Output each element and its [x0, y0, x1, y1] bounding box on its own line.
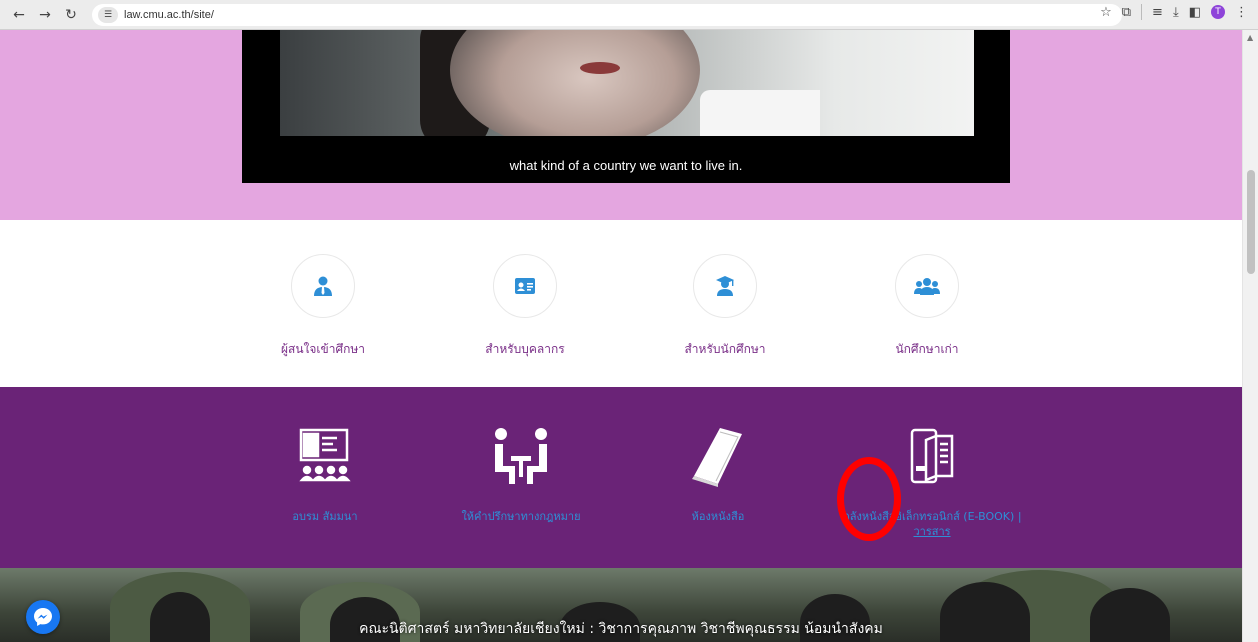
banner-slogan: คณะนิติศาสตร์ มหาวิทยาลัยเชียงใหม่ : วิช…	[359, 621, 883, 637]
site-info-icon[interactable]: ☰	[98, 6, 118, 23]
book-icon[interactable]	[633, 417, 803, 497]
page-scrollbar[interactable]: ▲	[1242, 30, 1258, 642]
toolbar-divider	[1141, 4, 1143, 20]
video-face-shape	[450, 30, 700, 136]
quick-link-label[interactable]: สำหรับนักศึกษา	[655, 340, 795, 359]
quick-link-students[interactable]: สำหรับนักศึกษา	[655, 254, 795, 359]
download-icon[interactable]: ⤓	[1173, 5, 1179, 20]
extensions-icon[interactable]: ⧉	[1122, 5, 1131, 20]
media-control-icon[interactable]: ≡	[1152, 5, 1163, 20]
user-tie-icon[interactable]	[291, 254, 355, 318]
quick-links-section: ผู้สนใจเข้าศึกษา สำหรับบุคลากร สำหรับนัก…	[0, 220, 1242, 387]
service-label[interactable]: ให้คำปรึกษาทางกฎหมาย	[436, 509, 606, 524]
address-bar[interactable]: ☰ law.cmu.ac.th/site/	[92, 3, 1122, 26]
users-icon[interactable]	[895, 254, 959, 318]
messenger-chat-icon[interactable]	[26, 600, 60, 634]
browser-toolbar: ← → ↻ ☰ law.cmu.ac.th/site/ ☆ ⧉ ≡ ⤓ ◧ T …	[0, 0, 1258, 30]
service-seminar[interactable]: อบรม สัมมนา	[240, 417, 410, 524]
bookmark-star-icon[interactable]: ☆	[1100, 5, 1112, 20]
page: ← → ↻ ☰ law.cmu.ac.th/site/ ☆ ⧉ ≡ ⤓ ◧ T …	[0, 0, 1258, 642]
video-mouth-shape	[580, 62, 620, 74]
service-library[interactable]: ห้องหนังสือ	[633, 417, 803, 524]
quick-link-prospective[interactable]: ผู้สนใจเข้าศึกษา	[253, 254, 393, 359]
graduate-icon[interactable]	[693, 254, 757, 318]
quick-link-label[interactable]: นักศึกษาเก่า	[857, 340, 997, 359]
quick-link-label[interactable]: ผู้สนใจเข้าศึกษา	[253, 340, 393, 359]
profile-avatar[interactable]: T	[1211, 5, 1225, 19]
scroll-thumb[interactable]	[1247, 170, 1255, 274]
video-subtitle: what kind of a country we want to live i…	[509, 158, 743, 173]
quick-link-alumni[interactable]: นักศึกษาเก่า	[857, 254, 997, 359]
quick-link-staff[interactable]: สำหรับบุคลากร	[455, 254, 595, 359]
label-separator: |	[1017, 510, 1022, 523]
service-label[interactable]: อบรม สัมมนา	[240, 509, 410, 524]
quick-link-label[interactable]: สำหรับบุคลากร	[455, 340, 595, 359]
arrow-left-icon[interactable]: ←	[8, 4, 30, 26]
side-panel-icon[interactable]: ◧	[1189, 5, 1201, 20]
arrow-right-icon[interactable]: →	[34, 4, 56, 26]
seminar-icon[interactable]	[240, 417, 410, 497]
video-frame-image	[280, 30, 974, 136]
hero-banner: คณะนิติศาสตร์ มหาวิทยาลัยเชียงใหม่ : วิช…	[0, 568, 1242, 642]
services-section: อบรม สัมมนา ให้คำปรึกษาทางกฎหมาย ห้องหนั…	[0, 387, 1242, 568]
menu-kebab-icon[interactable]: ⋮	[1235, 5, 1248, 20]
journal-link[interactable]: วารสาร	[913, 525, 950, 538]
service-legal-consultation[interactable]: ให้คำปรึกษาทางกฎหมาย	[436, 417, 606, 524]
id-card-icon[interactable]	[493, 254, 557, 318]
scroll-up-arrow-icon[interactable]: ▲	[1247, 33, 1253, 42]
service-label[interactable]: ห้องหนังสือ	[633, 509, 803, 524]
video-player[interactable]: what kind of a country we want to live i…	[242, 30, 1010, 183]
annotation-red-circle	[837, 457, 901, 541]
video-collar-shape	[700, 90, 820, 136]
url-text[interactable]: law.cmu.ac.th/site/	[124, 9, 214, 21]
consultation-icon[interactable]	[436, 417, 606, 497]
reload-icon[interactable]: ↻	[60, 4, 82, 26]
video-section: what kind of a country we want to live i…	[0, 30, 1242, 220]
